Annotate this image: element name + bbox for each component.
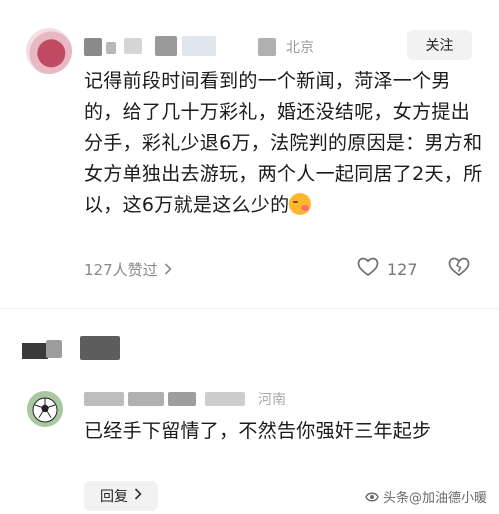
username-blurred (258, 38, 276, 56)
like-button[interactable]: 127 (357, 257, 418, 281)
reply-text: 已经手下留情了，不然告你强奸三年起步 (84, 420, 432, 442)
comment-text: 记得前段时间看到的一个新闻，菏泽一个男的，给了几十万彩礼，婚还没结呢，女方提出分… (84, 66, 484, 221)
username-blurred (124, 38, 142, 54)
reply-button-label: 回复 (100, 489, 128, 505)
username-blurred (106, 42, 116, 54)
section-title-blurred (80, 336, 120, 360)
kissing-face-emoji-icon (289, 193, 312, 215)
username-blurred (155, 36, 177, 56)
watermark-text: 头条@加油德小暖 (383, 491, 488, 506)
like-count: 127 (387, 259, 418, 279)
soccer-ball-avatar-icon (27, 391, 63, 427)
replier-name-blurred (128, 392, 164, 406)
heart-outline-icon (357, 257, 379, 281)
commenter-location: 北京 (286, 40, 314, 56)
username-blurred (182, 36, 216, 56)
follow-button[interactable]: 关注 (407, 30, 472, 60)
watermark: 头条@加油德小暖 (364, 487, 487, 506)
replier-name-blurred (84, 392, 124, 406)
dislike-button[interactable] (448, 257, 470, 281)
chevron-right-icon (164, 261, 172, 279)
comment-body: 记得前段时间看到的一个新闻，菏泽一个男的，给了几十万彩礼，婚还没结呢，女方提出分… (84, 70, 483, 216)
chevron-right-icon (134, 488, 142, 504)
broken-heart-icon (448, 257, 470, 281)
section-title-blurred (46, 340, 62, 358)
commenter-avatar[interactable] (26, 28, 72, 74)
toutiao-logo-icon (364, 490, 380, 504)
username-blurred (84, 38, 102, 56)
section-title-blurred (22, 343, 48, 359)
section-divider (0, 308, 499, 309)
replier-location: 河南 (258, 392, 286, 408)
replier-name-blurred (168, 392, 196, 406)
reply-button[interactable]: 回复 (84, 481, 158, 511)
replier-avatar[interactable] (27, 391, 63, 427)
likes-summary-text: 127人赞过 (84, 261, 158, 279)
likes-summary[interactable]: 127人赞过 (84, 259, 172, 280)
replier-time-blurred (205, 392, 245, 406)
